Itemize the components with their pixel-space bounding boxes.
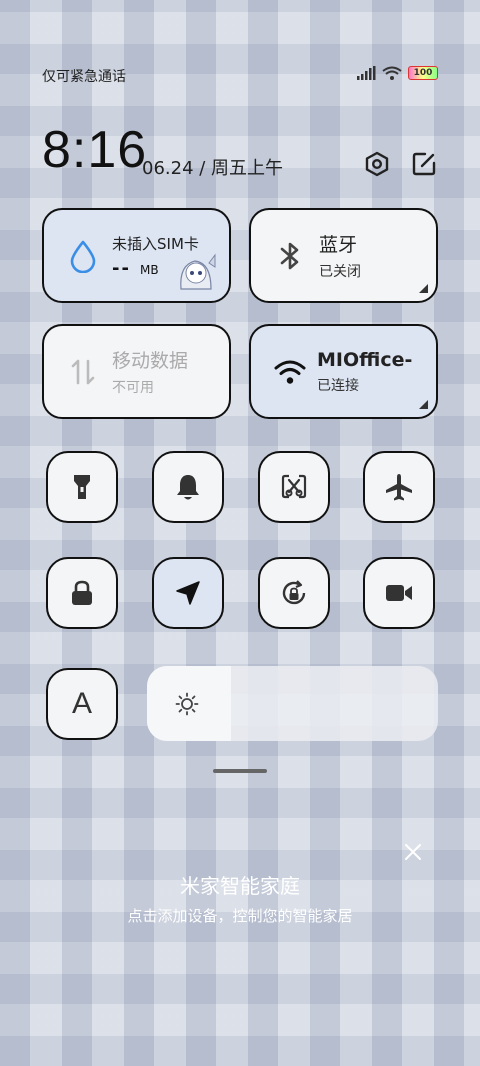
screenshot-toggle[interactable] xyxy=(258,451,330,523)
rotation-lock-toggle[interactable] xyxy=(258,557,330,629)
mobile-data-status: 不可用 xyxy=(112,380,154,396)
lock-screen-toggle[interactable] xyxy=(46,557,118,629)
expand-corner-icon[interactable] xyxy=(419,284,428,293)
mascot-sticker xyxy=(173,249,219,295)
screenshot-icon xyxy=(281,474,307,499)
signal-icon xyxy=(357,66,376,80)
location-icon xyxy=(176,581,200,605)
data-usage-unit: MB xyxy=(140,262,159,277)
clock-time: 8:16 xyxy=(42,121,148,179)
wifi-tile[interactable]: MIOffice- 已连接 xyxy=(249,324,438,419)
mobile-data-tile[interactable]: 移动数据 不可用 xyxy=(42,324,231,419)
ring-toggle[interactable] xyxy=(152,451,224,523)
bluetooth-icon xyxy=(273,239,307,273)
wifi-icon xyxy=(273,358,307,386)
mobile-data-title: 移动数据 xyxy=(112,350,189,372)
font-size-toggle[interactable]: A xyxy=(46,668,118,740)
clock-date: 06.24 / 周五上午 xyxy=(142,158,284,179)
wifi-status: 已连接 xyxy=(317,377,359,394)
mijia-title[interactable]: 米家智能家庭 xyxy=(0,870,480,899)
data-usage-value: -- xyxy=(112,257,131,279)
location-toggle[interactable] xyxy=(152,557,224,629)
mobile-data-icon xyxy=(66,355,100,389)
flashlight-icon xyxy=(74,475,90,499)
bluetooth-tile[interactable]: 蓝牙 已关闭 xyxy=(249,208,438,303)
status-icons: 100 xyxy=(356,66,438,80)
bluetooth-status: 已关闭 xyxy=(319,264,361,280)
status-carrier-text: 仅可紧急通话 xyxy=(42,69,126,85)
settings-icon[interactable] xyxy=(363,150,391,178)
brightness-slider[interactable] xyxy=(147,666,438,741)
mijia-subtitle[interactable]: 点击添加设备，控制您的智能家居 xyxy=(0,905,480,926)
flashlight-toggle[interactable] xyxy=(46,451,118,523)
panel-drag-handle[interactable] xyxy=(213,769,267,773)
edit-icon[interactable] xyxy=(410,150,438,178)
rotation-lock-icon xyxy=(282,580,306,605)
wifi-icon xyxy=(382,66,402,80)
close-icon[interactable] xyxy=(403,842,423,862)
expand-corner-icon[interactable] xyxy=(419,400,428,409)
bell-icon xyxy=(177,475,199,500)
lock-icon xyxy=(72,580,92,605)
data-usage-tile[interactable]: 未插入SIM卡 -- MB xyxy=(42,208,231,303)
airplane-icon xyxy=(386,474,412,501)
bluetooth-title: 蓝牙 xyxy=(319,234,358,256)
battery-icon: 100 xyxy=(408,66,438,80)
airplane-toggle[interactable] xyxy=(363,451,435,523)
water-drop-icon xyxy=(66,239,100,273)
wifi-ssid: MIOffice- xyxy=(317,348,413,371)
sun-icon xyxy=(175,692,199,720)
font-toggle-label: A xyxy=(71,687,92,720)
video-icon xyxy=(386,585,412,601)
screen-record-toggle[interactable] xyxy=(363,557,435,629)
